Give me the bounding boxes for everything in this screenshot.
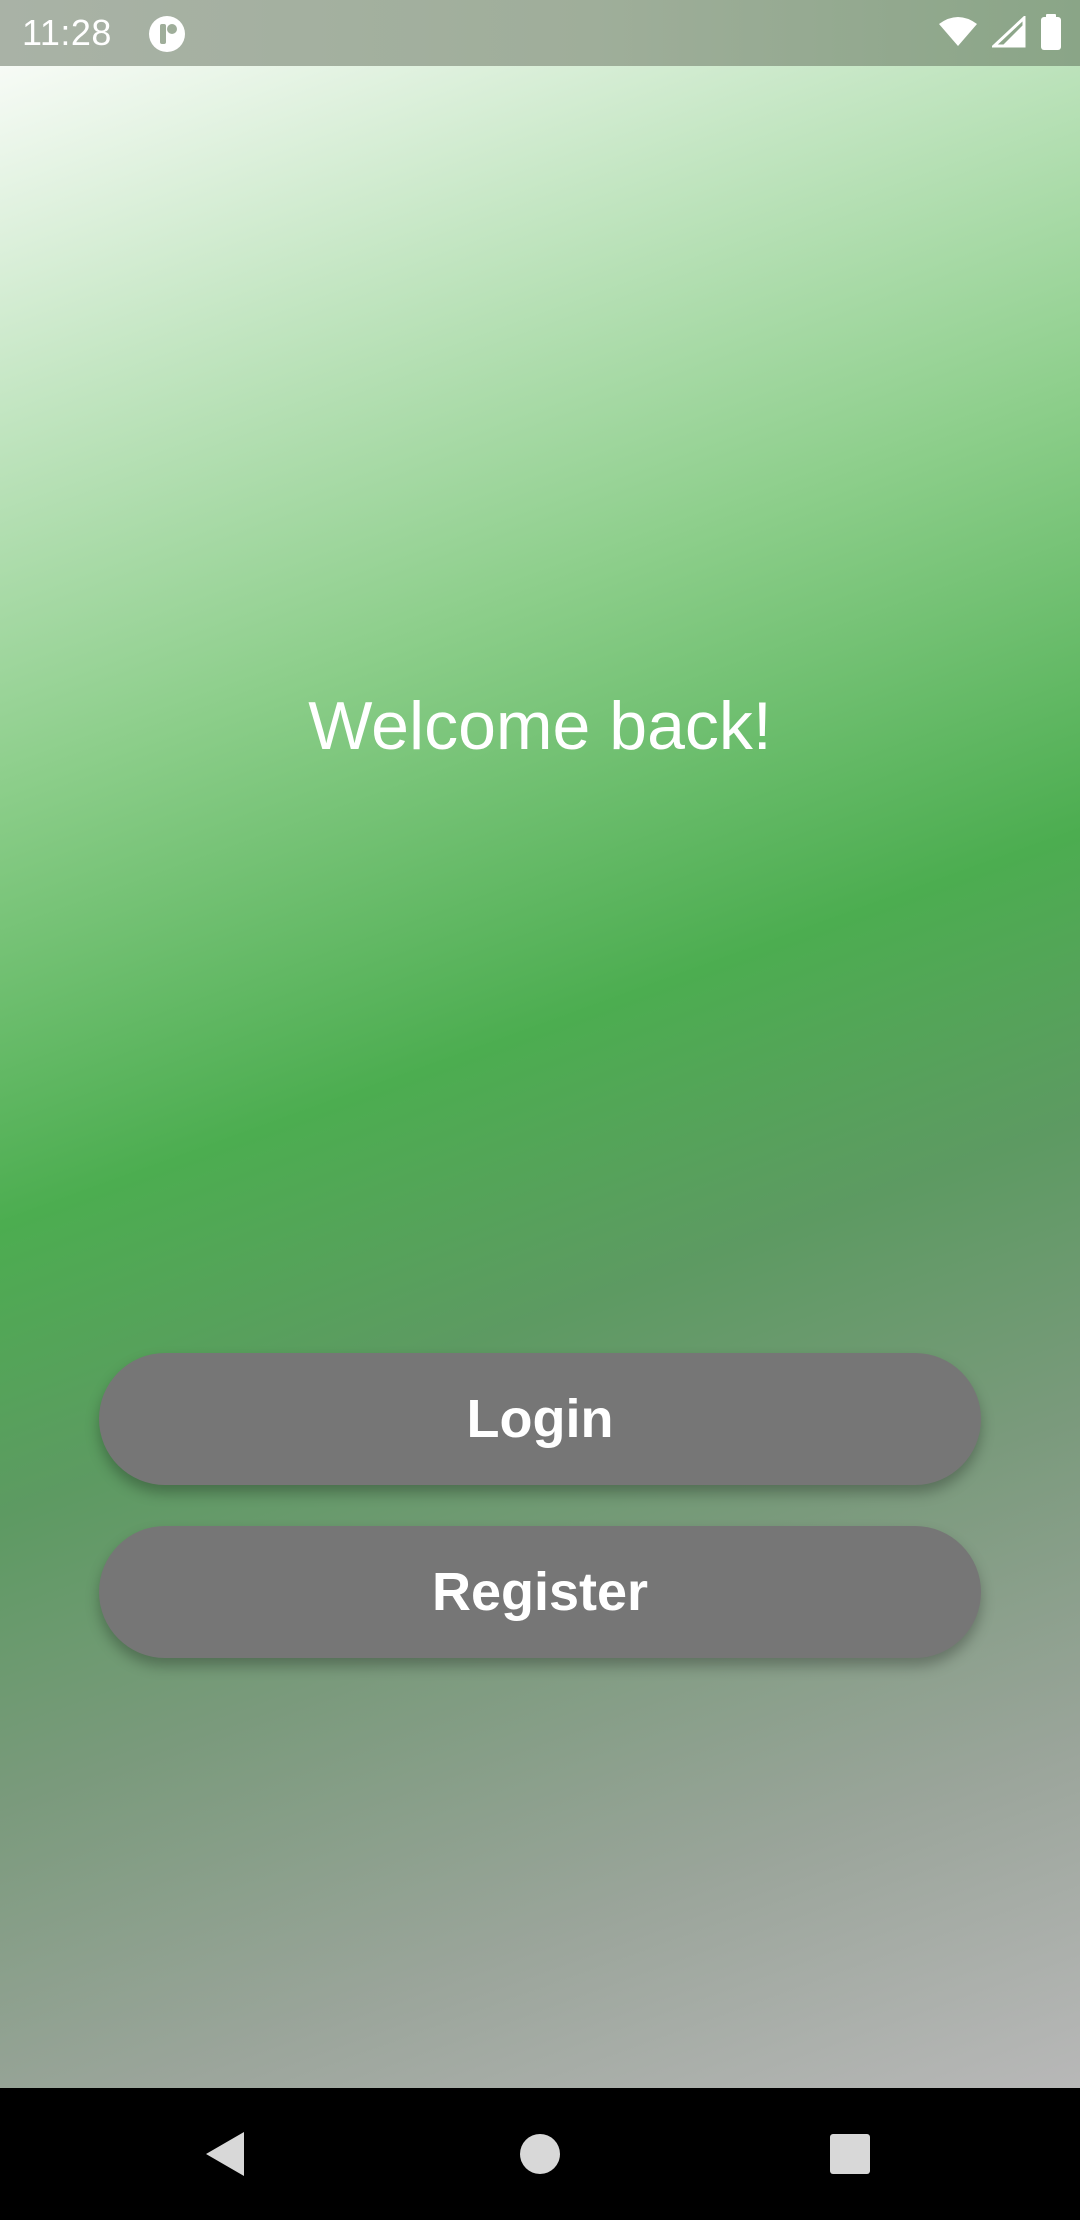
back-triangle-icon[interactable]: [160, 2088, 292, 2220]
navigation-bar: [0, 2088, 1080, 2220]
recents-square-icon[interactable]: [784, 2088, 916, 2220]
login-button[interactable]: Login: [99, 1353, 981, 1485]
register-button[interactable]: Register: [99, 1526, 981, 1658]
battery-icon: [1040, 13, 1062, 55]
status-time: 11:28: [22, 12, 112, 53]
status-bar: 11:28: [0, 0, 1080, 66]
cell-signal-icon: [990, 14, 1026, 53]
notification-app-icon: [147, 14, 187, 54]
home-circle-icon[interactable]: [474, 2088, 606, 2220]
welcome-screen-content: Welcome back! Login Register: [0, 66, 1080, 2088]
app-screen: 11:28 Welcome back! Login Register: [0, 0, 1080, 2220]
wifi-icon: [938, 16, 978, 53]
status-icons: [938, 13, 1062, 55]
welcome-heading: Welcome back!: [308, 688, 772, 764]
